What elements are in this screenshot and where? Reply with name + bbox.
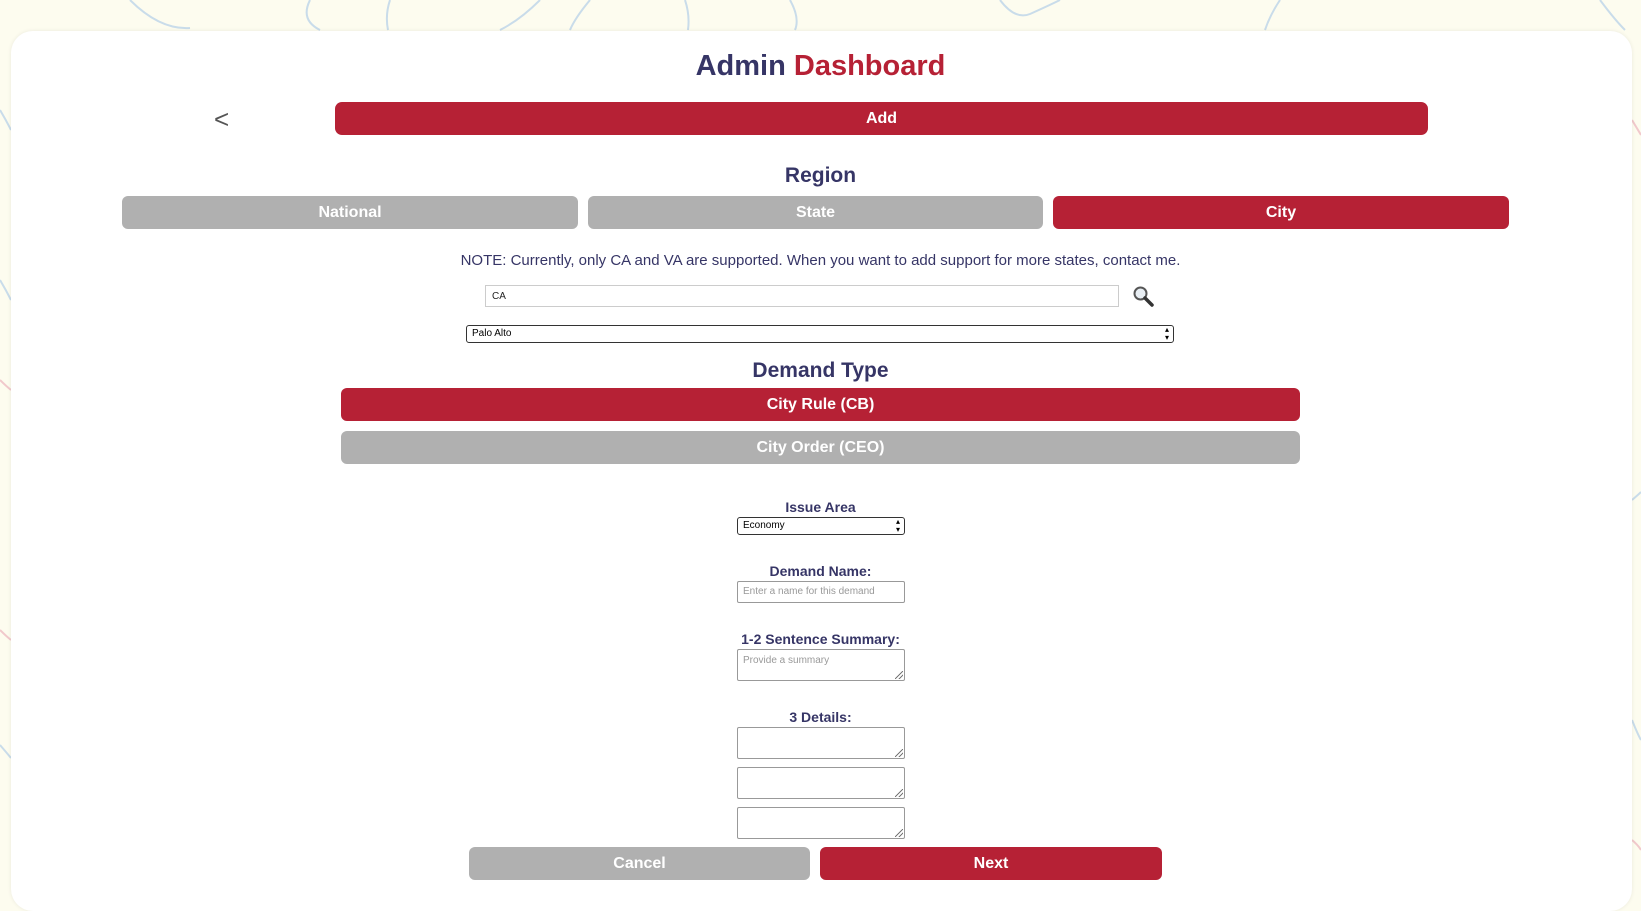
summary-label: 1-2 Sentence Summary: [741, 631, 900, 647]
title-admin: Admin [695, 50, 786, 82]
search-icon[interactable] [1132, 285, 1154, 312]
issue-area-label: Issue Area [785, 499, 856, 515]
demand-type-city-order-button[interactable]: City Order (CEO) [341, 431, 1300, 464]
city-select[interactable]: Palo Alto ▴ ▾ [466, 325, 1174, 343]
demand-name-input[interactable]: Enter a name for this demand [737, 581, 905, 603]
detail-3-textarea[interactable] [737, 807, 905, 839]
resize-handle-icon[interactable] [895, 829, 903, 837]
next-button[interactable]: Next [820, 847, 1162, 880]
summary-placeholder: Provide a summary [743, 655, 830, 666]
detail-1-textarea[interactable] [737, 727, 905, 759]
region-state-button[interactable]: State [588, 196, 1043, 229]
support-note: NOTE: Currently, only CA and VA are supp… [460, 252, 1181, 269]
region-heading: Region [784, 164, 857, 187]
demand-type-heading: Demand Type [752, 359, 889, 382]
resize-handle-icon[interactable] [895, 749, 903, 757]
cancel-button[interactable]: Cancel [469, 847, 810, 880]
detail-2-textarea[interactable] [737, 767, 905, 799]
city-select-value: Palo Alto [472, 328, 512, 339]
demand-name-label: Demand Name: [769, 563, 872, 579]
details-label: 3 Details: [789, 709, 852, 725]
issue-area-select[interactable]: Economy ▴ ▾ [737, 517, 905, 535]
demand-type-city-rule-button[interactable]: City Rule (CB) [341, 388, 1300, 421]
region-city-button[interactable]: City [1053, 196, 1509, 229]
back-button[interactable]: < [214, 104, 229, 135]
demand-name-placeholder: Enter a name for this demand [743, 586, 875, 597]
summary-textarea[interactable]: Provide a summary [737, 649, 905, 681]
resize-handle-icon[interactable] [895, 789, 903, 797]
resize-handle-icon[interactable] [895, 671, 903, 679]
issue-area-value: Economy [743, 520, 785, 531]
select-arrows-icon: ▴ ▾ [895, 517, 900, 534]
region-national-button[interactable]: National [122, 196, 578, 229]
add-button[interactable]: Add [335, 102, 1428, 135]
page-title: Admin Dashboard [0, 50, 1641, 83]
title-dashboard: Dashboard [793, 50, 946, 82]
state-search-input[interactable]: CA [485, 285, 1119, 307]
select-arrows-icon: ▴ ▾ [1164, 325, 1169, 342]
